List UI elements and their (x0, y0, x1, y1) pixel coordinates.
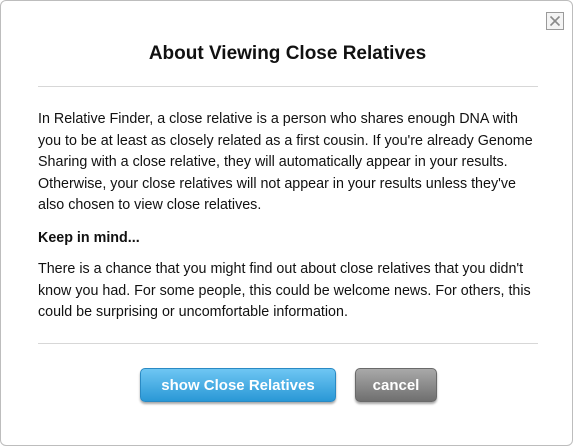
warning-paragraph: There is a chance that you might find ou… (38, 261, 531, 321)
keep-in-mind-heading: Keep in mind... (38, 230, 140, 246)
show-close-relatives-button[interactable]: show Close Relatives (140, 368, 336, 402)
bottom-divider (38, 343, 538, 344)
cancel-button[interactable]: cancel (355, 368, 437, 402)
top-divider (38, 86, 538, 87)
intro-paragraph: In Relative Finder, a close relative is … (38, 111, 533, 214)
close-button[interactable] (546, 12, 564, 30)
close-icon (549, 15, 561, 27)
dialog-title: About Viewing Close Relatives (148, 43, 427, 64)
about-close-relatives-dialog: About Viewing Close Relatives In Relativ… (0, 0, 573, 446)
